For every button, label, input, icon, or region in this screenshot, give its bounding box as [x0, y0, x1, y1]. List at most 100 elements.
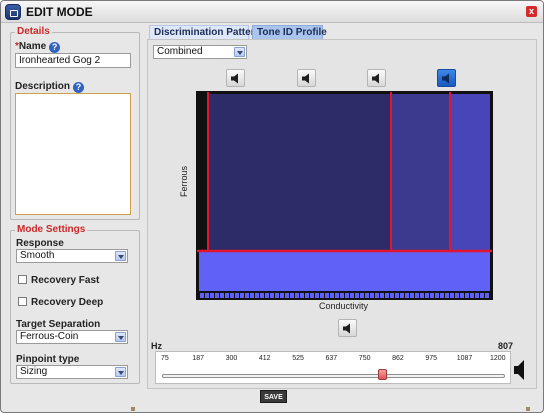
conductivity-bin[interactable]	[285, 293, 289, 298]
response-select[interactable]: Smooth	[16, 249, 128, 263]
conductivity-bin[interactable]	[440, 293, 444, 298]
conductivity-bin[interactable]	[305, 293, 309, 298]
mode-settings-legend: Mode Settings	[15, 224, 88, 235]
conductivity-bin[interactable]	[415, 293, 419, 298]
response-value: Smooth	[20, 250, 55, 261]
conductivity-bin[interactable]	[260, 293, 264, 298]
conductivity-bin[interactable]	[240, 293, 244, 298]
conductivity-bin[interactable]	[250, 293, 254, 298]
tone-button-4[interactable]	[437, 69, 456, 87]
save-button[interactable]: SAVE	[260, 390, 287, 403]
help-icon[interactable]: ?	[49, 42, 61, 53]
target-separation-value: Ferrous-Coin	[20, 331, 79, 342]
conductivity-bin[interactable]	[385, 293, 389, 298]
conductivity-bin[interactable]	[220, 293, 224, 298]
conductivity-bin[interactable]	[470, 293, 474, 298]
tab-tone-id-profile[interactable]: Tone ID Profile	[252, 25, 327, 39]
conductivity-bin[interactable]	[395, 293, 399, 298]
pinpoint-label: Pinpoint type	[16, 354, 80, 365]
conductivity-bin[interactable]	[400, 293, 404, 298]
tone-button-1[interactable]	[226, 69, 245, 87]
tab-discrimination-pattern[interactable]: Discrimination Pattern	[149, 25, 261, 39]
frequency-slider-thumb[interactable]	[377, 369, 387, 380]
conductivity-bin[interactable]	[255, 293, 259, 298]
conductivity-bin[interactable]	[360, 293, 364, 298]
conductivity-bin[interactable]	[330, 293, 334, 298]
conductivity-bin[interactable]	[460, 293, 464, 298]
conductivity-bin[interactable]	[410, 293, 414, 298]
conductivity-bin[interactable]	[315, 293, 319, 298]
conductivity-bin[interactable]	[275, 293, 279, 298]
conductivity-bin[interactable]	[370, 293, 374, 298]
conductivity-bin[interactable]	[390, 293, 394, 298]
tone-button-3[interactable]	[367, 69, 386, 87]
conductivity-bin[interactable]	[235, 293, 239, 298]
target-separation-label: Target Separation	[16, 319, 101, 330]
conductivity-bin[interactable]	[230, 293, 234, 298]
chevron-down-icon[interactable]	[115, 332, 126, 342]
conductivity-bin[interactable]	[345, 293, 349, 298]
conductivity-bin[interactable]	[325, 293, 329, 298]
description-label: Description?	[15, 81, 85, 93]
conductivity-bin[interactable]	[485, 293, 489, 298]
conductivity-bin[interactable]	[355, 293, 359, 298]
conductivity-bin[interactable]	[265, 293, 269, 298]
frequency-slider-track[interactable]	[162, 374, 505, 378]
conductivity-bin[interactable]	[290, 293, 294, 298]
name-input[interactable]	[15, 53, 131, 68]
frequency-tick-label: 75	[161, 355, 169, 362]
conductivity-bin[interactable]	[435, 293, 439, 298]
frequency-tick-label: 750	[358, 355, 371, 362]
target-separation-select[interactable]: Ferrous-Coin	[16, 330, 128, 344]
conductivity-bin[interactable]	[450, 293, 454, 298]
conductivity-bin[interactable]	[295, 293, 299, 298]
conductivity-bin[interactable]	[465, 293, 469, 298]
conductivity-bin[interactable]	[380, 293, 384, 298]
conductivity-bin[interactable]	[405, 293, 409, 298]
conductivity-bin[interactable]	[340, 293, 344, 298]
description-label-text: Description	[15, 81, 71, 92]
conductivity-bin[interactable]	[310, 293, 314, 298]
conductivity-bin[interactable]	[300, 293, 304, 298]
discrimination-pattern-plot[interactable]	[196, 91, 493, 300]
conductivity-bin[interactable]	[225, 293, 229, 298]
conductivity-bin[interactable]	[365, 293, 369, 298]
recovery-fast-checkbox[interactable]	[18, 275, 27, 284]
conductivity-bin[interactable]	[215, 293, 219, 298]
bottom-tone-button[interactable]	[338, 319, 357, 337]
conductivity-bin[interactable]	[280, 293, 284, 298]
conductivity-bin[interactable]	[270, 293, 274, 298]
chevron-down-icon[interactable]	[115, 367, 126, 377]
conductivity-bin[interactable]	[430, 293, 434, 298]
conductivity-bin[interactable]	[335, 293, 339, 298]
conductivity-bin[interactable]	[475, 293, 479, 298]
conductivity-bin[interactable]	[455, 293, 459, 298]
tone-button-2[interactable]	[297, 69, 316, 87]
volume-icon[interactable]	[514, 359, 524, 381]
pattern-select[interactable]: Combined	[153, 45, 247, 59]
conductivity-bin[interactable]	[420, 293, 424, 298]
recovery-deep-checkbox[interactable]	[18, 297, 27, 306]
name-label-text: Name	[18, 41, 47, 52]
chevron-down-icon[interactable]	[234, 47, 245, 57]
frequency-current-value: 807	[498, 341, 514, 351]
conductivity-bin[interactable]	[320, 293, 324, 298]
conductivity-bin[interactable]	[425, 293, 429, 298]
help-icon[interactable]: ?	[73, 82, 85, 93]
description-textarea[interactable]	[15, 93, 131, 215]
edit-mode-window: EDIT MODE x Details *Name? Description? …	[0, 0, 544, 413]
conductivity-bin[interactable]	[245, 293, 249, 298]
conductivity-bin[interactable]	[200, 293, 204, 298]
chevron-down-icon[interactable]	[115, 251, 126, 261]
conductivity-bin[interactable]	[375, 293, 379, 298]
close-button[interactable]: x	[526, 6, 537, 17]
pinpoint-select[interactable]: Sizing	[16, 365, 128, 379]
conductivity-bin[interactable]	[350, 293, 354, 298]
frequency-tick-label: 525	[292, 355, 304, 362]
conductivity-bin[interactable]	[445, 293, 449, 298]
pattern-canvas[interactable]	[197, 92, 492, 299]
conductivity-bin[interactable]	[210, 293, 214, 298]
frequency-tick-label: 637	[325, 355, 338, 362]
conductivity-bin[interactable]	[480, 293, 484, 298]
conductivity-bin[interactable]	[205, 293, 209, 298]
